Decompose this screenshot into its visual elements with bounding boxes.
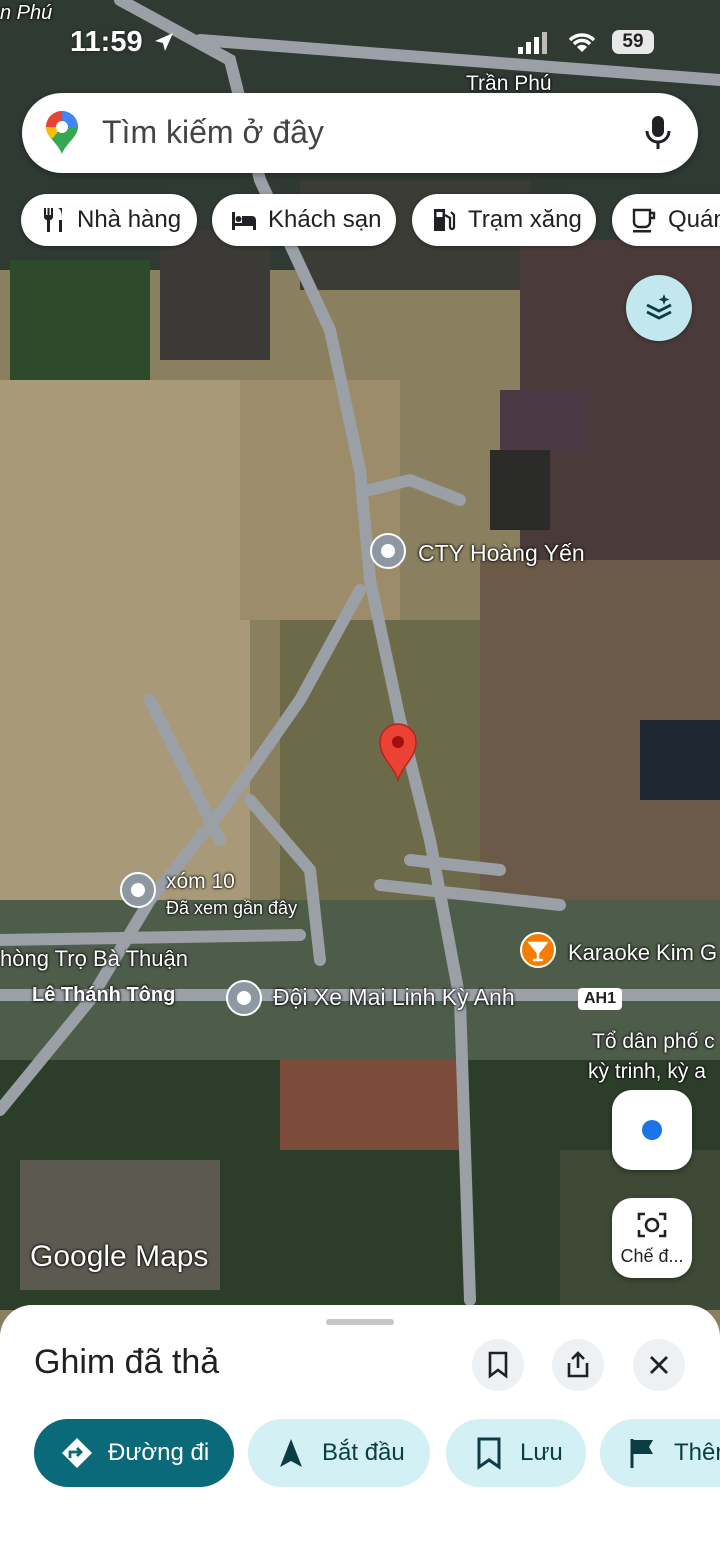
save-bookmark-icon [477, 1437, 501, 1470]
layers-icon [646, 294, 672, 320]
share-icon [567, 1351, 589, 1378]
chip-cafes[interactable]: Quán [612, 194, 720, 246]
place-label-xom-10[interactable]: xóm 10 [166, 870, 235, 894]
place-sublabel-recently-viewed: Đã xem gần đây [166, 898, 298, 918]
my-location-dot-icon [642, 1120, 662, 1140]
cellular-signal-icon [518, 32, 547, 54]
wifi-icon [568, 33, 596, 52]
place-label-karaoke[interactable]: Karaoke Kim G [568, 940, 717, 966]
place-label-to-dan-pho-line1[interactable]: Tổ dân phố c [592, 1030, 715, 1054]
chip-gas-stations[interactable]: Trạm xăng [412, 194, 596, 246]
share-button[interactable] [552, 1339, 604, 1391]
save-button[interactable]: Lưu [446, 1419, 586, 1487]
bookmark-icon [488, 1351, 508, 1379]
my-location-button[interactable] [612, 1090, 692, 1170]
place-label-cty-hoang-yen[interactable]: CTY Hoàng Yến [418, 540, 585, 567]
navigation-arrow-icon [280, 1439, 302, 1467]
microphone-icon[interactable] [644, 115, 672, 151]
road-label-top-left: n Phú [0, 2, 53, 24]
status-time: 11:59 [70, 26, 143, 58]
chip-label-cafes: Quán [668, 206, 720, 233]
search-placeholder[interactable]: Tìm kiếm ở đây [102, 114, 324, 151]
drag-handle[interactable] [326, 1319, 394, 1325]
chip-label-restaurants: Nhà hàng [77, 206, 182, 233]
karaoke-pin-icon[interactable] [518, 932, 558, 972]
dropped-pin-icon [376, 720, 420, 783]
directions-icon [62, 1438, 92, 1468]
directions-button[interactable]: Đường đi [34, 1419, 234, 1487]
more-button[interactable]: Thêm [600, 1419, 720, 1487]
gas-station-icon [434, 209, 456, 231]
highway-shield-ah1: AH1 [578, 988, 623, 1010]
google-maps-logo-icon [46, 111, 78, 154]
flag-icon [630, 1439, 653, 1468]
location-arrow-icon [155, 33, 173, 51]
search-bar[interactable]: Tìm kiếm ở đây [22, 93, 698, 173]
camera-mode-label: Chế đ... [620, 1246, 684, 1266]
status-bar: 11:59 59 [0, 26, 720, 62]
place-label-phong-tro[interactable]: hòng Trọ Bà Thuận [0, 946, 188, 972]
save-label: Lưu [520, 1439, 563, 1466]
start-label: Bắt đầu [322, 1439, 405, 1466]
directions-label: Đường đi [108, 1439, 210, 1466]
chip-label-hotels: Khách sạn [268, 206, 382, 233]
place-label-doi-xe[interactable]: Đội Xe Mai Linh Kỳ Anh [273, 984, 515, 1011]
bottom-sheet[interactable]: Ghim đã thả Đường đi Bắt đầu Lưu Thêm [0, 1305, 720, 1557]
more-label: Thêm [674, 1439, 720, 1466]
bookmark-button[interactable] [472, 1339, 524, 1391]
layers-button[interactable] [626, 275, 692, 341]
google-maps-watermark: Google Maps [30, 1240, 209, 1273]
start-button[interactable]: Bắt đầu [248, 1419, 430, 1487]
xom-10-pin-icon[interactable] [118, 872, 158, 912]
restaurant-icon [44, 208, 62, 232]
camera-lens-icon [637, 1212, 667, 1238]
sheet-title: Ghim đã thả [34, 1343, 220, 1381]
camera-mode-button[interactable]: Chế đ... [612, 1198, 692, 1278]
cty-hoang-yen-pin-icon[interactable] [368, 533, 408, 573]
chip-label-gas-stations: Trạm xăng [468, 206, 582, 233]
battery-indicator: 59 [612, 30, 654, 54]
doi-xe-pin-icon[interactable] [224, 980, 264, 1020]
close-icon [650, 1356, 668, 1374]
chip-hotels[interactable]: Khách sạn [212, 194, 396, 246]
cafe-icon [632, 208, 656, 233]
road-label-le-thanh-tong: Lê Thánh Tông [32, 984, 176, 1006]
chip-restaurants[interactable]: Nhà hàng [21, 194, 197, 246]
close-button[interactable] [633, 1339, 685, 1391]
place-label-to-dan-pho-line2[interactable]: kỳ trinh, kỳ a [588, 1060, 706, 1084]
hotel-icon [232, 212, 256, 230]
